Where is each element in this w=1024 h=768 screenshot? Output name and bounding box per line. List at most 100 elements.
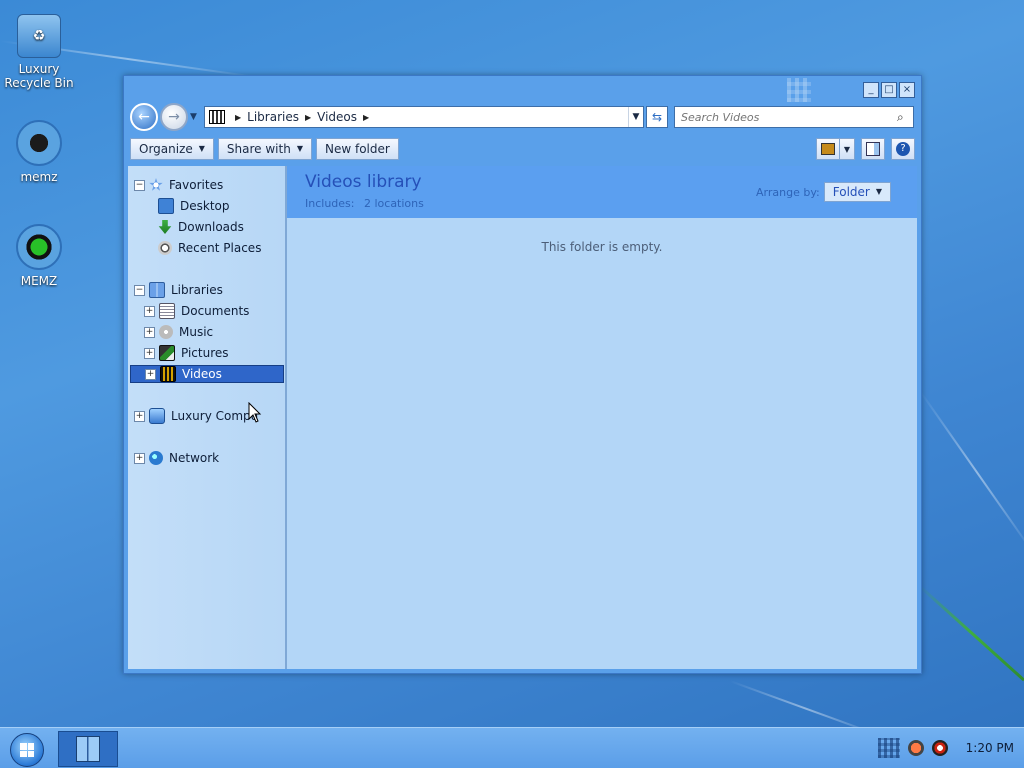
breadcrumb-libraries[interactable]: Libraries [247,110,299,124]
nav-item-music[interactable]: + Music [144,323,213,341]
chevron-down-icon: ▼ [190,112,197,122]
nav-item-documents[interactable]: + Documents [144,302,249,320]
navigation-pane: − Favorites Desktop Downloads Recent Plac… [128,166,287,669]
desktop-icon-label: MEMZ [20,274,58,288]
volume-icon[interactable] [931,740,948,756]
windows-logo-icon [20,743,34,757]
chevron-down-icon: ▼ [198,144,205,153]
preview-pane-button[interactable] [861,138,885,160]
new-folder-label: New folder [324,142,390,156]
content-area: − Favorites Desktop Downloads Recent Plac… [128,166,917,669]
expand-icon[interactable]: + [144,347,155,359]
collapse-icon[interactable]: − [134,284,145,296]
download-icon [158,220,172,234]
memz-app-icon [16,120,62,166]
nav-item-desktop[interactable]: Desktop [158,197,230,215]
breadcrumb-arrow-icon[interactable]: ▶ [235,113,241,122]
nav-label: Documents [181,304,250,318]
share-with-button[interactable]: Share with ▼ [217,138,312,160]
nav-label: Favorites [169,178,224,192]
nav-item-network[interactable]: + Network [134,449,219,467]
breadcrumb-arrow-icon[interactable]: ▶ [305,113,311,122]
arrange-by-label: Arrange by: [756,185,820,199]
expand-icon[interactable]: + [144,326,155,338]
search-box: ⌕ [674,106,914,128]
expand-icon[interactable]: + [144,305,155,317]
desktop-icon-memz-upper[interactable]: MEMZ [0,224,78,288]
breadcrumb-arrow-icon[interactable]: ▶ [363,113,369,122]
library-icon [149,282,165,298]
organize-label: Organize [139,142,193,156]
document-icon [159,303,175,319]
library-includes: Includes: 2 locations [305,197,424,210]
view-icon[interactable] [816,138,839,160]
star-icon [149,178,163,191]
arrow-left-icon: ← [138,109,150,125]
toolbar-right: ▼ ? [816,138,915,160]
nav-label: Libraries [171,283,223,297]
arrange-by-value: Folder [832,185,870,199]
chevron-down-icon: ▼ [875,187,882,196]
recent-pages-dropdown[interactable]: ▼ [190,112,200,122]
expand-icon[interactable]: + [134,410,145,422]
nav-label: Downloads [178,220,244,234]
chevron-down-icon: ▼ [632,112,640,122]
videos-folder-icon [209,110,225,124]
search-input[interactable] [675,109,897,125]
help-button[interactable]: ? [891,138,915,160]
change-view-button[interactable]: ▼ [816,138,855,160]
nav-label: Music [179,325,214,339]
expand-icon[interactable]: + [145,368,156,380]
arrange-by: Arrange by: Folder ▼ [756,182,891,202]
locations-link[interactable]: 2 locations [364,197,424,210]
address-history-dropdown[interactable]: ▼ [628,107,643,127]
address-bar[interactable]: ▶ Libraries ▶ Videos ▶ ▼ [204,106,644,128]
address-row: ← → ▼ ▶ Libraries ▶ Videos ▶ ▼ ⇆ ⌕ [130,103,915,131]
taskbar: 1:20 PM [0,727,1024,768]
maximize-button[interactable]: □ [881,82,897,98]
window-controls: _ □ × [863,82,915,98]
arrow-right-icon: → [168,109,180,125]
library-icon [76,736,100,762]
network-icon [149,451,163,465]
nav-item-computer[interactable]: + Luxury Compu [134,407,258,425]
minimize-button[interactable]: _ [863,82,879,98]
nav-label: Network [169,451,220,465]
organize-button[interactable]: Organize ▼ [130,138,214,160]
nav-label: Videos [182,367,222,381]
refresh-button[interactable]: ⇆ [646,106,668,128]
nav-item-recent-places[interactable]: Recent Places [158,239,261,257]
action-center-flag-icon[interactable] [907,740,924,756]
desktop-icon-memz[interactable]: memz [0,120,78,184]
back-button[interactable]: ← [130,103,158,131]
share-with-label: Share with [226,142,291,156]
chevron-down-icon: ▼ [843,144,851,154]
close-button[interactable]: × [899,82,915,98]
taskbar-explorer-button[interactable] [58,731,118,767]
view-options-dropdown[interactable]: ▼ [839,138,855,160]
clock[interactable]: 1:20 PM [966,741,1014,755]
nav-item-favorites[interactable]: − Favorites [134,176,223,194]
chevron-down-icon: ▼ [296,144,303,153]
forward-button[interactable]: → [160,103,188,131]
nav-item-videos[interactable]: + Videos [130,365,284,383]
explorer-window: _ □ × ← → ▼ ▶ Libraries ▶ Videos ▶ ▼ ⇆ ⌕… [123,75,922,674]
nav-item-libraries[interactable]: − Libraries [134,281,223,299]
desktop-icon-recycle-bin[interactable]: ♻ Luxury Recycle Bin [0,14,78,90]
breadcrumb-videos[interactable]: Videos [317,110,357,124]
nav-item-pictures[interactable]: + Pictures [144,344,229,362]
expand-icon[interactable]: + [134,452,145,464]
file-list-pane[interactable]: Videos library Includes: 2 locations Arr… [287,166,917,669]
preview-pane-icon [866,142,880,156]
nav-item-downloads[interactable]: Downloads [158,218,244,236]
refresh-icon: ⇆ [651,110,663,124]
nav-label: Desktop [180,199,230,213]
computer-icon [149,408,165,424]
start-button[interactable] [10,733,44,767]
arrange-by-dropdown[interactable]: Folder ▼ [823,182,891,202]
search-icon[interactable]: ⌕ [897,110,913,125]
nav-label: Pictures [181,346,229,360]
collapse-icon[interactable]: − [134,179,145,191]
help-icon: ? [896,142,910,156]
new-folder-button[interactable]: New folder [315,138,399,160]
